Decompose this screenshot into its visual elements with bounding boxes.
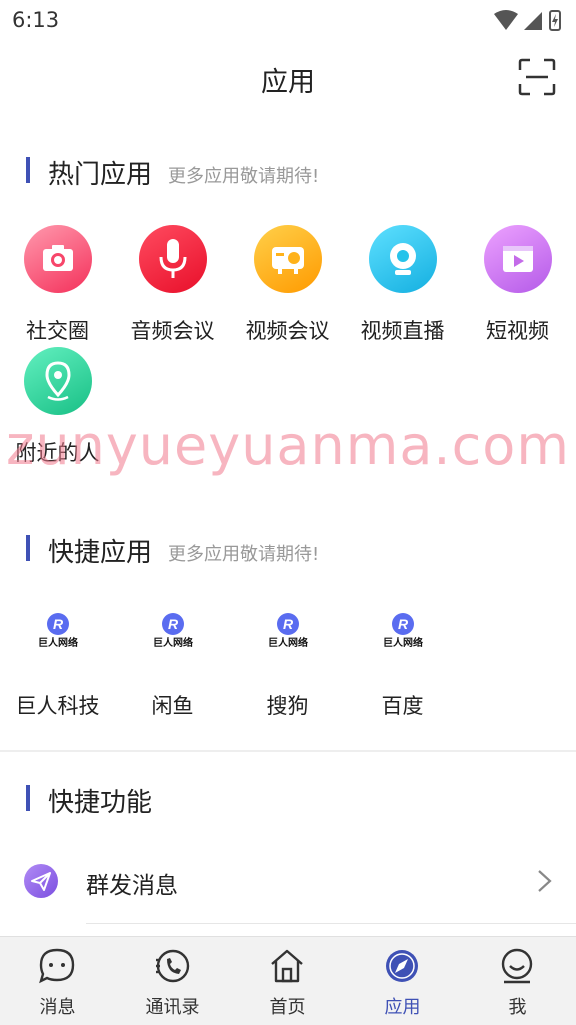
tab-label: 消息 <box>39 997 76 1018</box>
phone-book-icon <box>156 949 190 983</box>
home-icon <box>271 949 303 983</box>
microphone-icon <box>139 225 207 293</box>
svg-text:巨人网络: 巨人网络 <box>268 636 308 649</box>
section-accent-bar <box>26 535 30 561</box>
app-label: 短视频 <box>486 319 549 343</box>
page-title: 应用 <box>261 67 315 98</box>
quick-app-xianyu[interactable]: R 巨人网络 闲鱼 <box>115 600 230 720</box>
quick-features-title: 快捷功能 <box>48 788 153 818</box>
app-label: 社交圈 <box>26 319 89 343</box>
svg-text:巨人网络: 巨人网络 <box>153 636 193 649</box>
signal-icon <box>524 12 542 30</box>
app-label: 附近的人 <box>15 441 100 465</box>
app-item-social-circle[interactable]: 社交圈 <box>0 225 115 345</box>
quick-apps-subtitle: 更多应用敬请期待! <box>168 544 320 565</box>
section-divider <box>0 750 576 752</box>
giant-network-logo: R 巨人网络 <box>38 613 78 649</box>
tab-apps[interactable]: 应用 <box>345 937 460 1025</box>
giant-network-logo: R 巨人网络 <box>268 613 308 649</box>
app-item-video-live[interactable]: 视频直播 <box>345 225 460 345</box>
video-icon <box>484 225 552 293</box>
tab-home[interactable]: 首页 <box>230 937 345 1025</box>
row-divider <box>86 923 576 924</box>
chat-bubble-icon <box>39 948 75 984</box>
location-pin-icon <box>24 347 92 415</box>
status-icons <box>494 10 561 31</box>
wifi-icon <box>494 10 518 30</box>
quick-app-label: 巨人科技 <box>15 694 100 718</box>
tab-me[interactable]: 我 <box>460 937 575 1025</box>
svg-text:R: R <box>398 616 409 632</box>
chevron-right-icon <box>538 870 552 892</box>
tab-label: 我 <box>508 997 527 1018</box>
quick-features-header: 快捷功能 <box>0 778 576 818</box>
quick-app-sogou[interactable]: R 巨人网络 搜狗 <box>230 600 345 720</box>
scan-icon[interactable] <box>518 58 556 96</box>
svg-text:R: R <box>283 616 294 632</box>
profile-icon <box>501 948 533 984</box>
tab-contacts[interactable]: 通讯录 <box>115 937 230 1025</box>
webcam-icon <box>369 225 437 293</box>
app-item-short-video[interactable]: 短视频 <box>460 225 575 345</box>
giant-network-logo: R 巨人网络 <box>153 613 193 649</box>
tab-label: 应用 <box>384 997 421 1018</box>
quick-apps-title: 快捷应用 <box>48 538 153 568</box>
compass-icon <box>386 950 418 982</box>
hot-apps-header: 热门应用 更多应用敬请期待! <box>0 150 576 190</box>
app-header: 应用 <box>0 40 576 120</box>
giant-network-logo: R 巨人网络 <box>383 613 423 649</box>
app-item-audio-meeting[interactable]: 音频会议 <box>115 225 230 345</box>
quick-app-giant-tech[interactable]: R 巨人网络 巨人科技 <box>0 600 115 720</box>
svg-text:R: R <box>168 616 179 632</box>
section-accent-bar <box>26 785 30 811</box>
status-bar: 6:13 <box>0 0 576 40</box>
bottom-tab-bar: 消息 通讯录 首页 应用 我 <box>0 936 576 1025</box>
tab-label: 通讯录 <box>145 997 200 1018</box>
hot-apps-title: 热门应用 <box>48 160 153 190</box>
app-label: 音频会议 <box>130 319 215 343</box>
section-accent-bar <box>26 157 30 183</box>
feature-row-group-message[interactable]: 群发消息 <box>0 840 576 924</box>
status-time: 6:13 <box>12 8 60 32</box>
quick-app-label: 闲鱼 <box>151 694 194 718</box>
camera-icon <box>24 225 92 293</box>
app-label: 视频直播 <box>360 319 445 343</box>
quick-app-label: 搜狗 <box>266 694 309 718</box>
svg-text:巨人网络: 巨人网络 <box>383 636 423 649</box>
svg-text:巨人网络: 巨人网络 <box>38 636 78 649</box>
quick-app-label: 百度 <box>381 694 424 718</box>
app-item-video-meeting[interactable]: 视频会议 <box>230 225 345 345</box>
quick-app-baidu[interactable]: R 巨人网络 百度 <box>345 600 460 720</box>
feature-label: 群发消息 <box>86 873 178 899</box>
svg-text:R: R <box>53 616 64 632</box>
tab-label: 首页 <box>269 997 306 1018</box>
hot-apps-subtitle: 更多应用敬请期待! <box>168 166 320 187</box>
projector-icon <box>254 225 322 293</box>
quick-apps-header: 快捷应用 更多应用敬请期待! <box>0 528 576 568</box>
app-label: 视频会议 <box>245 319 330 343</box>
paper-plane-icon <box>24 864 58 898</box>
app-item-nearby-people[interactable]: 附近的人 <box>0 347 115 467</box>
tab-messages[interactable]: 消息 <box>0 937 115 1025</box>
